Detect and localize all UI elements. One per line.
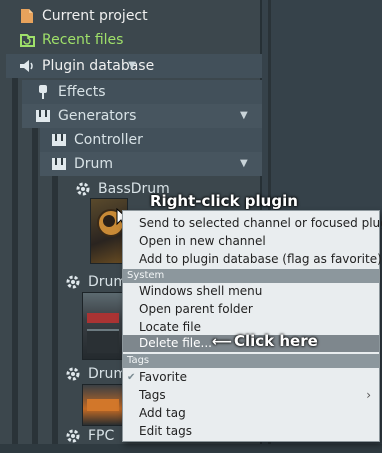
browser-item-label: Recent files xyxy=(42,32,124,48)
chevron-down-icon[interactable]: ▼ xyxy=(240,158,248,169)
piano-icon xyxy=(34,107,52,125)
menu-item-open-new-channel[interactable]: Open in new channel xyxy=(123,233,379,250)
browser-item-recent-files[interactable]: Recent files xyxy=(18,28,123,52)
check-icon: ✔ xyxy=(127,372,136,383)
browser-item-controller[interactable]: Controller xyxy=(50,128,143,152)
chevron-right-icon: › xyxy=(366,388,371,402)
browser-item-label: Plugin database xyxy=(42,58,155,74)
menu-section-system: System xyxy=(123,269,379,283)
menu-item-label: Tags xyxy=(139,388,166,402)
piano-icon xyxy=(50,131,68,149)
browser-item-label: Effects xyxy=(58,84,106,100)
document-icon xyxy=(18,7,36,25)
browser-item-current-project[interactable]: Current project xyxy=(18,4,148,28)
gear-icon xyxy=(64,273,82,291)
browser-item-label: Drum xyxy=(74,156,114,172)
click-here-annotation: Click here xyxy=(234,332,318,350)
browser-item-label: Generators xyxy=(58,108,137,124)
plug-icon xyxy=(34,83,52,101)
browser-item-label: FPC xyxy=(88,428,115,444)
browser-item-label: Controller xyxy=(74,132,143,148)
menu-item-edit-tags[interactable]: Edit tags xyxy=(123,423,379,440)
menu-item-open-parent-folder[interactable]: Open parent folder xyxy=(123,301,379,318)
menu-item-send-to-channel[interactable]: Send to selected channel or focused plug… xyxy=(123,215,382,232)
tree-guide xyxy=(12,72,18,444)
browser-item-fpc[interactable]: FPC xyxy=(64,424,114,448)
chevron-down-icon[interactable]: ▼ xyxy=(128,60,136,71)
piano-icon xyxy=(50,155,68,173)
drumpad-thumbnail xyxy=(82,384,124,426)
context-menu: Send to selected channel or focused plug… xyxy=(122,210,382,442)
chevron-down-icon[interactable]: ▼ xyxy=(240,110,248,121)
gear-icon xyxy=(64,427,82,445)
tree-guide xyxy=(52,154,58,444)
menu-item-label: Favorite xyxy=(139,370,187,384)
speaker-icon xyxy=(18,57,36,75)
right-click-annotation: Right-click plugin xyxy=(150,192,298,210)
recent-files-icon xyxy=(18,31,36,49)
menu-item-windows-shell[interactable]: Windows shell menu xyxy=(123,283,379,300)
browser-item-drum[interactable]: Drum xyxy=(50,152,113,176)
gear-icon xyxy=(64,365,82,383)
menu-section-tags: Tags xyxy=(123,354,379,368)
menu-item-add-to-database[interactable]: Add to plugin database (flag as favorite… xyxy=(123,251,382,268)
gear-icon xyxy=(74,180,92,198)
tree-guide xyxy=(32,106,38,444)
browser-item-generators[interactable]: Generators xyxy=(34,104,136,128)
menu-item-add-tag[interactable]: Add tag xyxy=(123,405,379,422)
menu-item-favorite[interactable]: ✔ Favorite xyxy=(123,369,379,386)
menu-item-tags[interactable]: Tags › xyxy=(123,387,379,404)
arrow-left-icon: ⟵ xyxy=(212,334,233,350)
browser-item-effects[interactable]: Effects xyxy=(34,80,106,104)
drumaxx-thumbnail xyxy=(82,292,124,360)
browser-item-label: Current project xyxy=(42,8,148,24)
